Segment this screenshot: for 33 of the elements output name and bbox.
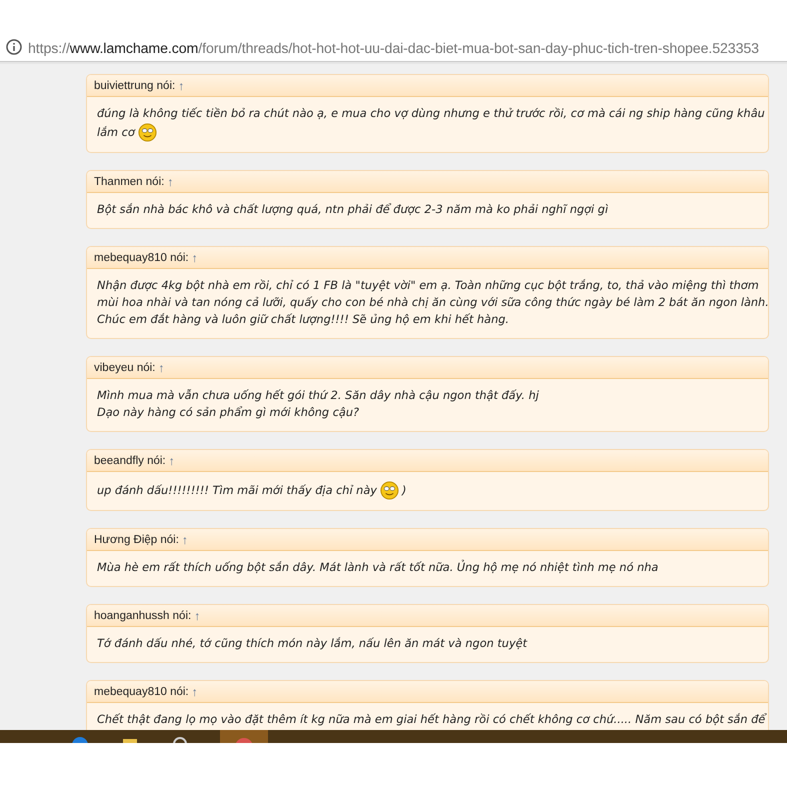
quote-author: Thanmen nói: [94,176,164,188]
quote-link[interactable]: ↑ [158,360,164,374]
smiley-icon [380,481,399,500]
quote-text: Bột sắn nhà bác khô và chất lượng quá, ntn phải để được 2-3 năm mà ko phải nghĩ ngợi gì [97,202,608,218]
quote-text: Mùa hè em rất thích uống bột sắn dây. Mát lành và rất tốt nữa. Ủng hộ mẹ nó nhiệt tình mẹ nó nha [97,560,658,576]
quote-text: Tớ đánh dấu nhé, tớ cũng thích món này lắm, nấu lên ăn mát và ngon tuyệt [97,636,528,652]
quote-text: lắm cơ [97,124,135,140]
quote-text: Mình mua mà vẫn chưa uống hết gói thứ 2. Săn dây nhà cậu ngon thật đấy. hj [97,388,539,404]
quote-text: đúng là không tiếc tiền bỏ ra chút nào ạ, e mua cho vợ dùng nhưng e thử trước rồi, cơ mà cái ng ship hàng cũng khâu [97,106,765,122]
quote-text: up đánh dấu!!!!!!!!! Tìm mãi mới thấy địa chỉ này [97,482,377,498]
quote-link[interactable]: ↑ [192,250,198,264]
quote-link[interactable]: ↑ [168,454,175,468]
smiley-icon [138,123,157,142]
quote-text: Nhận được 4kg bột nhà em rồi, chỉ có 1 FB là "tuyệt vời" em ạ. Toàn những cục bột trắng, to, thả vào miệng thì thơm [97,278,759,294]
quote-author: beeandfly nói: [94,454,166,466]
quote-text: ) [402,482,406,498]
quote-link[interactable]: ↑ [194,608,200,622]
url-text[interactable]: https://www.lamchame.com/forum/threads/hot-hot-hot-uu-dai-dac-biet-mua-bot-san-day-phuc-tich-tren-shopee.523353 [28,41,759,57]
quote-author: vibeyeu nói: [94,362,156,374]
quote-author: mebequay810 nói: [94,686,189,698]
quote-author: hoanganhussh nói: [94,610,192,622]
quote-author: buiviettrung nói: [94,80,176,92]
quote-text: Chết thật đang lọ mọ vào đặt thêm ít kg nữa mà em giai hết hàng rồi có chết không cơ chứ..... Năm sau có bột sắn để [97,712,766,728]
quote-link[interactable]: ↑ [182,532,188,546]
quote-link[interactable]: ↑ [167,174,174,188]
quote-text: mùi hoa nhài và tan nóng cả lưỡi, quấy cho con bé nhà chị ăn cùng với sữa công thức ngày bé làm 2 bát ăn ngon lành. [97,295,768,311]
info-icon[interactable] [6,39,22,55]
quote-link[interactable]: ↑ [192,684,198,698]
quote-link[interactable]: ↑ [178,78,184,92]
quote-text: Chúc em đắt hàng và luôn giữ chất lượng!!!! Sẽ ủng hộ em khi hết hàng. [97,312,510,328]
quote-text: Dạo này hàng có sản phẩm gì mới không cậu? [97,405,359,421]
quote-author: Hương Điệp nói: [94,534,179,546]
quote-author: mebequay810 nói: [94,252,189,264]
